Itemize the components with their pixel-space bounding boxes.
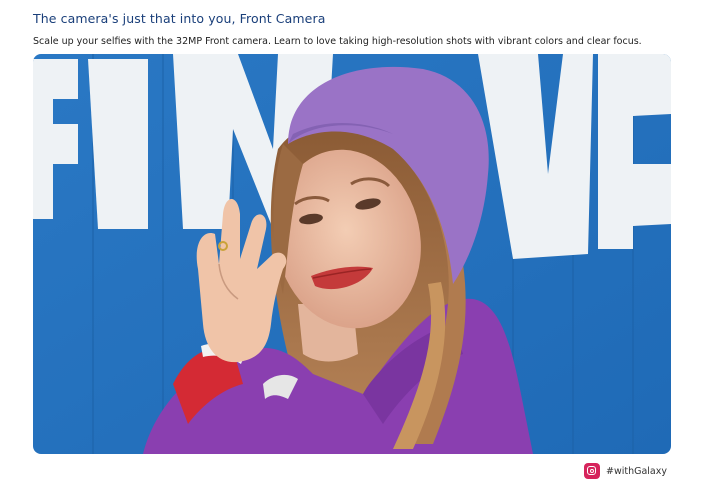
section-title: The camera's just that into you, Front C… bbox=[33, 11, 326, 26]
section-subtitle: Scale up your selfies with the 32MP Fron… bbox=[33, 36, 642, 47]
instagram-icon[interactable] bbox=[583, 463, 600, 479]
selfie-photo bbox=[33, 54, 671, 454]
hashtag-label[interactable]: #withGalaxy bbox=[606, 466, 667, 477]
hashtag-row[interactable]: #withGalaxy bbox=[583, 462, 667, 480]
